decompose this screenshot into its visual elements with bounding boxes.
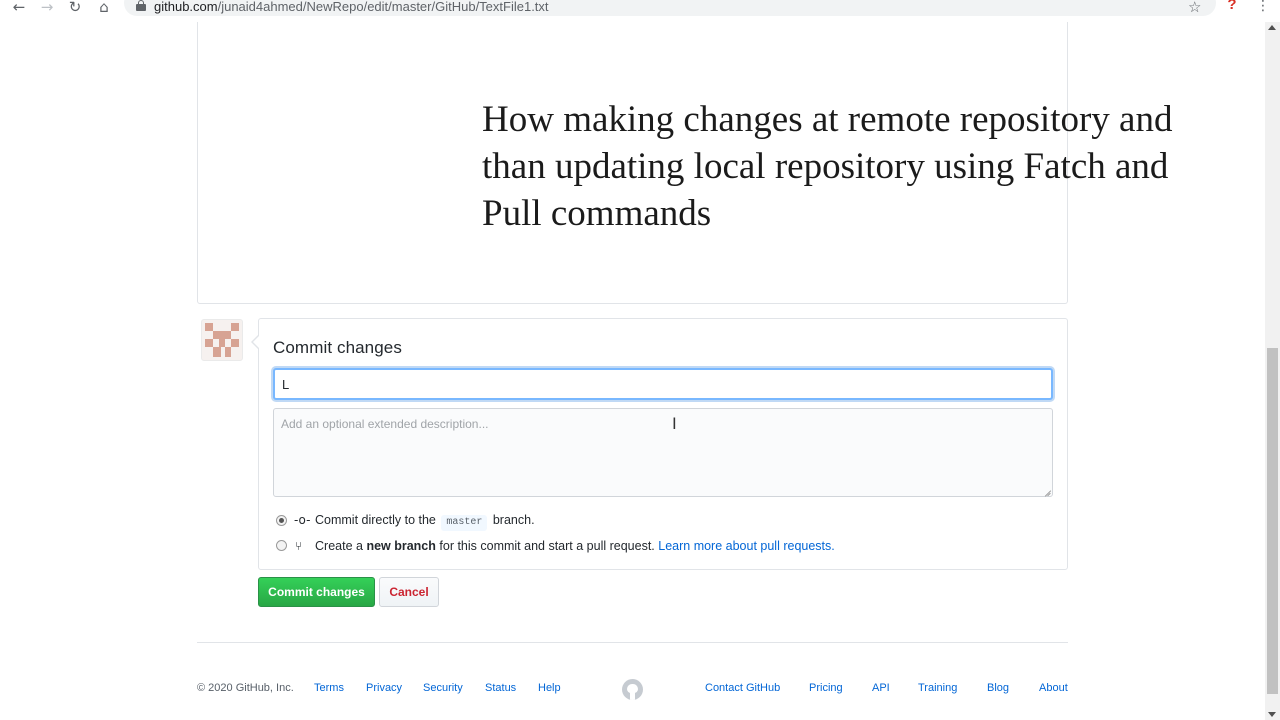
url-text[interactable]: github.com/junaid4ahmed/NewRepo/edit/mas… <box>154 0 549 14</box>
commit-title: Commit changes <box>273 338 402 357</box>
browser-menu-icon[interactable]: ⋮ <box>1256 0 1270 14</box>
commit-description-input[interactable] <box>273 408 1053 497</box>
footer-link-blog[interactable]: Blog <box>987 682 1009 694</box>
footer-link-about[interactable]: About <box>1039 682 1068 694</box>
url-path: /junaid4ahmed/NewRepo/edit/master/GitHub… <box>217 0 549 14</box>
commit-changes-button[interactable]: Commit changes <box>258 577 375 607</box>
footer-copyright: © 2020 GitHub, Inc. <box>197 682 294 694</box>
footer-link-contact[interactable]: Contact GitHub <box>705 682 780 694</box>
commit-direct-suffix: branch. <box>492 513 535 527</box>
commit-form-pointer-inner <box>253 335 260 349</box>
scroll-down-arrow-icon[interactable] <box>1268 712 1276 717</box>
extension-icon[interactable]: ? <box>1224 0 1240 13</box>
cancel-button[interactable]: Cancel <box>379 577 439 607</box>
url-host: github.com <box>154 0 218 14</box>
learn-more-pull-requests-link[interactable]: Learn more about pull requests. <box>658 539 835 553</box>
git-pull-request-icon: ⑂ <box>295 539 303 553</box>
new-branch-bold: new branch <box>366 539 436 553</box>
footer-link-status[interactable]: Status <box>485 682 516 694</box>
new-branch-radio[interactable] <box>276 540 287 551</box>
footer-link-terms[interactable]: Terms <box>314 682 344 694</box>
browser-toolbar: ← → ↻ ⌂ github.com/junaid4ahmed/NewRepo/… <box>0 0 1280 22</box>
footer-link-training[interactable]: Training <box>918 682 957 694</box>
forward-arrow-icon[interactable]: → <box>38 0 56 16</box>
footer-link-pricing[interactable]: Pricing <box>809 682 843 694</box>
footer-link-privacy[interactable]: Privacy <box>366 682 402 694</box>
editor-content[interactable]: How making changes at remote repository … <box>482 96 1182 237</box>
github-logo-icon[interactable] <box>622 679 643 700</box>
new-branch-suffix: for this commit and start a pull request… <box>439 539 655 553</box>
footer-link-help[interactable]: Help <box>538 682 561 694</box>
footer-link-security[interactable]: Security <box>423 682 463 694</box>
textarea-resize-handle[interactable] <box>1043 487 1051 495</box>
page-scrollbar[interactable] <box>1265 22 1280 720</box>
commit-direct-label[interactable]: Commit directly to the master branch. <box>315 513 535 531</box>
new-branch-text: Create a <box>315 539 363 553</box>
text-cursor-icon: I <box>672 414 677 433</box>
new-branch-label[interactable]: Create a new branch for this commit and … <box>315 539 835 553</box>
commit-direct-text: Commit directly to the <box>315 513 436 527</box>
home-icon[interactable]: ⌂ <box>95 0 113 16</box>
footer-link-api[interactable]: API <box>872 682 890 694</box>
avatar[interactable] <box>201 319 243 361</box>
branch-name: master <box>441 515 488 531</box>
lock-icon[interactable] <box>136 0 146 11</box>
commit-summary-input[interactable] <box>273 368 1053 400</box>
bookmark-star-icon[interactable]: ☆ <box>1188 0 1201 16</box>
git-commit-icon: -o- <box>294 513 311 527</box>
back-arrow-icon[interactable]: ← <box>10 0 28 16</box>
footer-divider <box>197 642 1068 643</box>
scroll-thumb[interactable] <box>1267 348 1278 694</box>
reload-icon[interactable]: ↻ <box>66 0 84 16</box>
scroll-up-arrow-icon[interactable] <box>1268 25 1276 30</box>
commit-direct-radio[interactable] <box>276 515 287 526</box>
